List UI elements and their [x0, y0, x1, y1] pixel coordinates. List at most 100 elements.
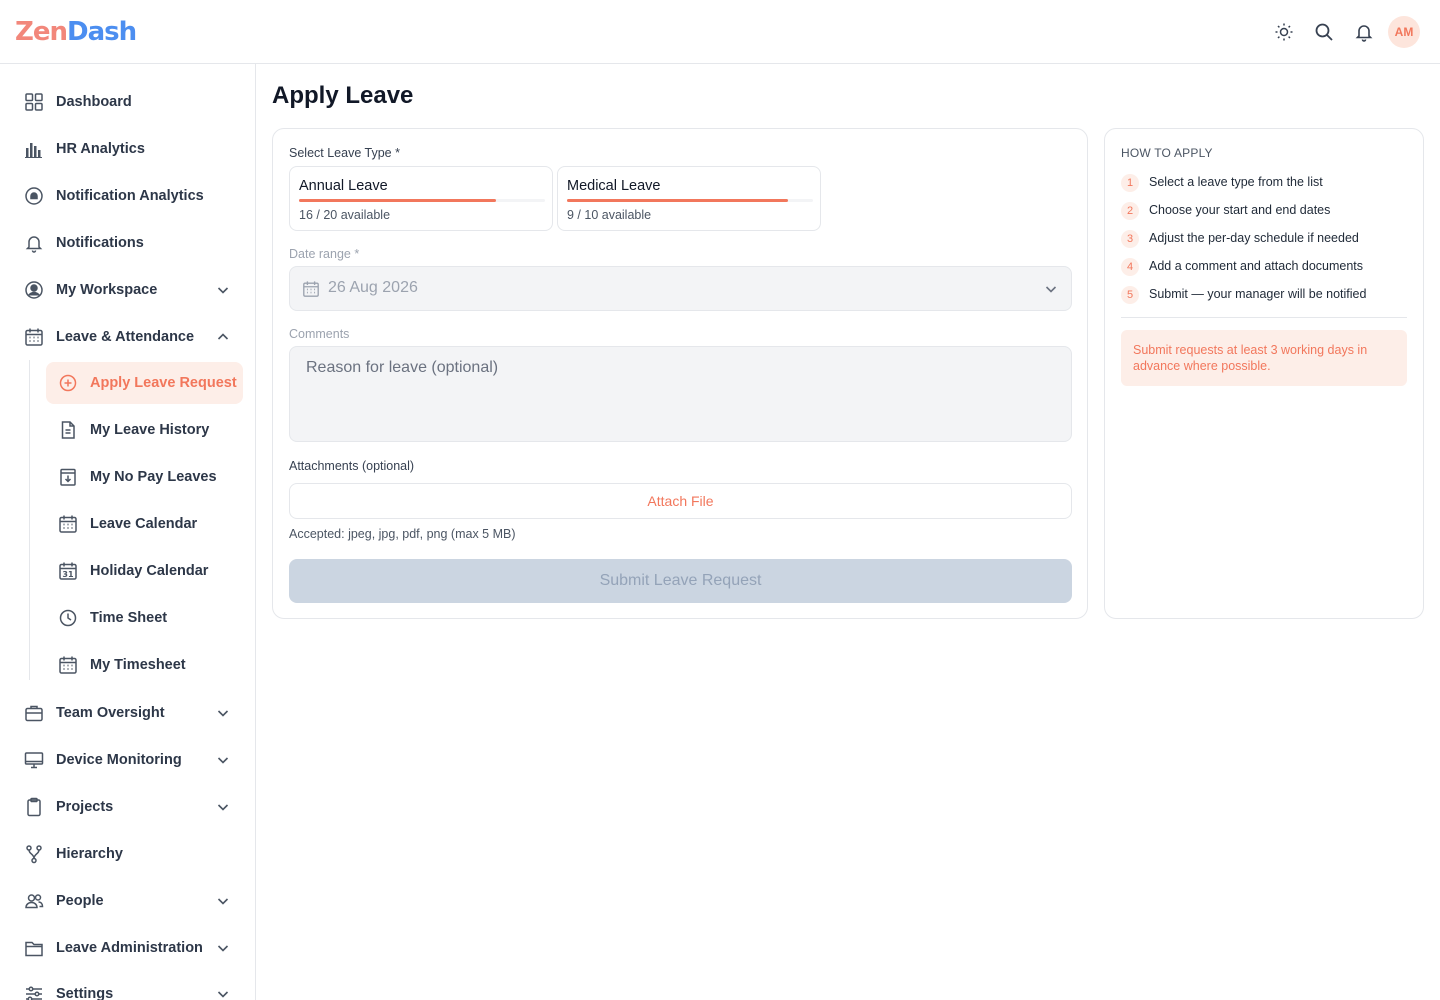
sidebar-item-device-monitoring[interactable]: Device Monitoring: [12, 739, 243, 781]
briefcase-icon: [24, 703, 44, 723]
step-number: 5: [1121, 286, 1139, 304]
sun-icon[interactable]: [1268, 16, 1300, 48]
leave-type-label: Select Leave Type *: [289, 146, 400, 160]
archive-icon: [58, 467, 78, 487]
sidebar-item-settings[interactable]: Settings: [12, 973, 243, 1000]
sidebar-subitem-leave-calendar[interactable]: Leave Calendar: [46, 503, 243, 545]
sidebar-subitem-my-leave-history[interactable]: My Leave History: [46, 409, 243, 451]
accepted-file-types: Accepted: jpeg, jpg, pdf, png (max 5 MB): [289, 527, 516, 541]
leave-balance-fill: [567, 199, 789, 202]
monitor-icon: [24, 750, 44, 770]
avatar[interactable]: AM: [1388, 16, 1420, 48]
top-actions: AM: [1260, 16, 1420, 48]
chevron-down-icon: [217, 287, 229, 294]
help-step: 2 Choose your start and end dates: [1121, 200, 1330, 220]
calendar-icon: [58, 514, 78, 534]
how-to-apply-panel: HOW TO APPLY 1 Select a leave type from t…: [1104, 128, 1424, 619]
sidebar-subitem-my-timesheet[interactable]: My Timesheet: [46, 644, 243, 686]
sidebar-item-label: Settings: [56, 986, 114, 1000]
help-note: Submit requests at least 3 working days …: [1121, 330, 1407, 386]
sidebar-item-hierarchy[interactable]: Hierarchy: [12, 833, 243, 875]
top-bar: ZenDash AM: [0, 0, 1440, 64]
leave-balance-bar: [299, 199, 545, 202]
step-text: Adjust the per-day schedule if needed: [1149, 231, 1359, 245]
sidebar-subitem-label: Time Sheet: [90, 610, 168, 626]
sidebar-item-label: Hierarchy: [56, 846, 123, 862]
step-number: 3: [1121, 230, 1139, 248]
sidebar-item-my-workspace[interactable]: My Workspace: [12, 269, 243, 311]
sliders-icon: [24, 984, 44, 1000]
sidebar-item-team-oversight[interactable]: Team Oversight: [12, 692, 243, 734]
leave-type-card-annual[interactable]: Annual Leave 16 / 20 available: [289, 166, 553, 231]
bell-icon[interactable]: [1348, 16, 1380, 48]
notification-circle-icon: [24, 186, 44, 206]
date-range-picker[interactable]: 26 Aug 2026: [289, 266, 1072, 311]
user-circle-icon: [24, 280, 44, 300]
comments-label: Comments: [289, 327, 350, 341]
sidebar-item-label: Leave Administration: [56, 940, 203, 956]
sidebar-subitem-apply-leave-request[interactable]: Apply Leave Request: [46, 362, 243, 404]
sidebar-subitem-my-no-pay-leaves[interactable]: My No Pay Leaves: [46, 456, 243, 498]
attachments-label: Attachments (optional): [289, 459, 415, 473]
step-text: Submit — your manager will be notified: [1149, 287, 1367, 301]
sidebar-subitem-label: Holiday Calendar: [90, 563, 209, 579]
date-range-value: 26 Aug 2026: [328, 279, 418, 296]
clock-icon: [58, 608, 78, 628]
comments-textarea[interactable]: [289, 346, 1072, 442]
leave-type-name: Medical Leave: [567, 178, 661, 194]
sidebar-item-label: Notification Analytics: [56, 188, 204, 204]
document-icon: [58, 420, 78, 440]
page-title: Apply Leave: [272, 82, 414, 109]
sidebar-item-label: People: [56, 893, 104, 909]
help-step: 1 Select a leave type from the list: [1121, 172, 1323, 192]
users-icon: [24, 891, 44, 911]
leave-type-name: Annual Leave: [299, 178, 388, 194]
grid-icon: [24, 92, 44, 112]
help-step: 3 Adjust the per-day schedule if needed: [1121, 228, 1359, 248]
how-to-apply-title: HOW TO APPLY: [1121, 146, 1213, 160]
attach-file-button[interactable]: Attach File: [289, 483, 1072, 519]
branch-icon: [24, 844, 44, 864]
chevron-down-icon: [217, 945, 229, 952]
leave-balance-bar: [567, 199, 813, 202]
sidebar-subitem-label: My Timesheet: [90, 657, 186, 673]
sidebar-item-label: Projects: [56, 799, 114, 815]
sidebar-subitem-label: My Leave History: [90, 422, 210, 438]
sidebar-item-label: Notifications: [56, 235, 144, 251]
divider: [1121, 317, 1407, 318]
sidebar-item-leave-administration[interactable]: Leave Administration: [12, 927, 243, 969]
calendar-icon: [24, 327, 44, 347]
date-range-label: Date range *: [289, 247, 360, 261]
bell-icon: [24, 233, 44, 253]
sidebar-subitem-label: Leave Calendar: [90, 516, 198, 532]
leave-available-text: 16 / 20 available: [299, 208, 391, 222]
step-text: Select a leave type from the list: [1149, 175, 1323, 189]
search-icon[interactable]: [1308, 16, 1340, 48]
calendar-31-icon: 31: [58, 561, 78, 581]
sidebar-item-notification-analytics[interactable]: Notification Analytics: [12, 175, 243, 217]
chevron-down-icon: [1045, 286, 1057, 293]
leave-type-card-medical[interactable]: Medical Leave 9 / 10 available: [557, 166, 821, 231]
step-number: 4: [1121, 258, 1139, 276]
submit-leave-request-button[interactable]: Submit Leave Request: [289, 559, 1072, 603]
sidebar-item-projects[interactable]: Projects: [12, 786, 243, 828]
help-step: 4 Add a comment and attach documents: [1121, 256, 1363, 276]
sidebar-item-dashboard[interactable]: Dashboard: [12, 81, 243, 123]
sidebar-item-people[interactable]: People: [12, 880, 243, 922]
calendar-icon: [58, 655, 78, 675]
clipboard-icon: [24, 797, 44, 817]
sidebar-subitem-label: My No Pay Leaves: [90, 469, 217, 485]
sidebar-subitem-holiday-calendar[interactable]: 31 Holiday Calendar: [46, 550, 243, 592]
sidebar: Dashboard HR Analytics Notification Anal…: [0, 64, 256, 1000]
calendar-icon: [303, 281, 319, 297]
chevron-down-icon: [217, 898, 229, 905]
apply-leave-form: Select Leave Type * Annual Leave 16 / 20…: [272, 128, 1088, 619]
sidebar-item-label: My Workspace: [56, 282, 158, 298]
folder-icon: [24, 938, 44, 958]
sidebar-item-leave-attendance[interactable]: Leave & Attendance: [12, 316, 243, 358]
sidebar-item-notifications[interactable]: Notifications: [12, 222, 243, 264]
chevron-down-icon: [217, 804, 229, 811]
sidebar-item-hr-analytics[interactable]: HR Analytics: [12, 128, 243, 170]
sidebar-subitem-time-sheet[interactable]: Time Sheet: [46, 597, 243, 639]
app-logo[interactable]: ZenDash: [15, 16, 137, 48]
